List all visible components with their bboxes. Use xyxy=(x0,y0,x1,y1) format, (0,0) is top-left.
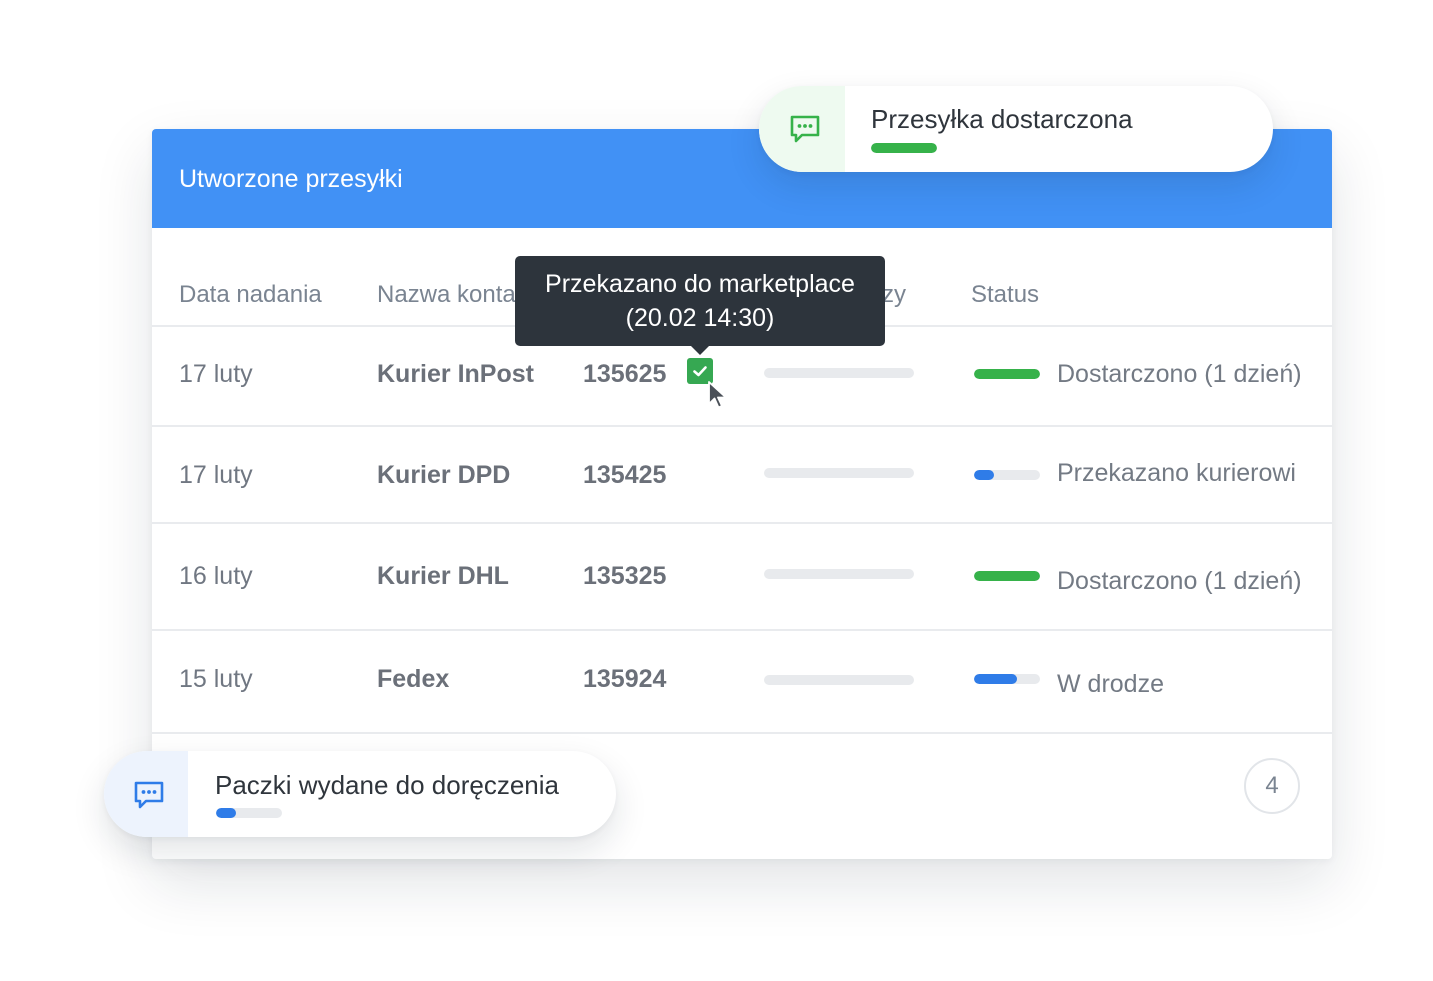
row-number: 135425 xyxy=(583,461,667,489)
status-progress-fill xyxy=(974,674,1017,684)
status-progress-fill xyxy=(974,571,1040,581)
toast-text: Paczki wydane do doręczenia xyxy=(215,770,559,800)
row-divider xyxy=(152,629,1332,631)
column-header-account[interactable]: Nazwa konta xyxy=(377,281,516,309)
row-account: Kurier DPD xyxy=(377,461,511,489)
column-header-partial[interactable]: zy xyxy=(882,281,906,309)
status-progress xyxy=(974,571,1040,581)
shipments-panel: Utworzone przesyłki Data nadania Nazwa k… xyxy=(152,129,1332,859)
row-date: 17 luty xyxy=(179,360,253,388)
row-number: 135924 xyxy=(583,665,667,693)
row-number: 135325 xyxy=(583,562,667,590)
column-header-status[interactable]: Status xyxy=(971,281,1039,309)
status-progress-fill xyxy=(974,470,994,480)
toast-progress xyxy=(871,143,937,153)
row-status: Przekazano kurierowi xyxy=(1057,459,1296,487)
chat-icon xyxy=(134,781,164,809)
tooltip-line-1: Przekazano do marketplace xyxy=(545,270,855,298)
toast-progress xyxy=(216,808,282,818)
column-header-date[interactable]: Data nadania xyxy=(179,281,322,309)
row-date: 16 luty xyxy=(179,562,253,590)
row-status: Dostarczono (1 dzień) xyxy=(1057,360,1302,388)
toast-out-for-delivery[interactable]: Paczki wydane do doręczenia xyxy=(104,751,616,837)
row-status: Dostarczono (1 dzień) xyxy=(1057,567,1302,595)
status-progress xyxy=(974,369,1040,379)
panel-title: Utworzone przesyłki xyxy=(179,165,403,193)
row-number: 135625 xyxy=(583,360,667,388)
chat-icon xyxy=(790,115,820,143)
row-date: 17 luty xyxy=(179,461,253,489)
status-progress xyxy=(974,470,1040,480)
status-progress xyxy=(974,674,1040,684)
row-divider xyxy=(152,522,1332,524)
placeholder-bar xyxy=(764,569,914,579)
placeholder-bar xyxy=(764,675,914,685)
toast-icon-area xyxy=(759,86,845,172)
row-account: Fedex xyxy=(377,665,450,693)
mouse-cursor-icon xyxy=(708,381,727,409)
row-status: W drodze xyxy=(1057,670,1164,698)
row-divider xyxy=(152,732,1332,734)
placeholder-bar xyxy=(764,468,914,478)
toast-delivered[interactable]: Przesyłka dostarczona xyxy=(759,86,1273,172)
marketplace-tooltip: Przekazano do marketplace (20.02 14:30) xyxy=(515,256,885,346)
row-date: 15 luty xyxy=(179,665,253,693)
tooltip-line-2: (20.02 14:30) xyxy=(625,304,775,332)
toast-icon-area xyxy=(104,751,188,837)
toast-text: Przesyłka dostarczona xyxy=(871,104,1133,134)
placeholder-bar xyxy=(764,368,914,378)
row-account: Kurier DHL xyxy=(377,562,509,590)
row-account: Kurier InPost xyxy=(377,360,534,388)
page-indicator[interactable]: 4 xyxy=(1244,758,1300,814)
tooltip-arrow xyxy=(690,345,710,355)
toast-progress-fill xyxy=(216,808,236,818)
row-divider xyxy=(152,425,1332,427)
toast-progress-fill xyxy=(871,143,937,153)
status-progress-fill xyxy=(974,369,1040,379)
